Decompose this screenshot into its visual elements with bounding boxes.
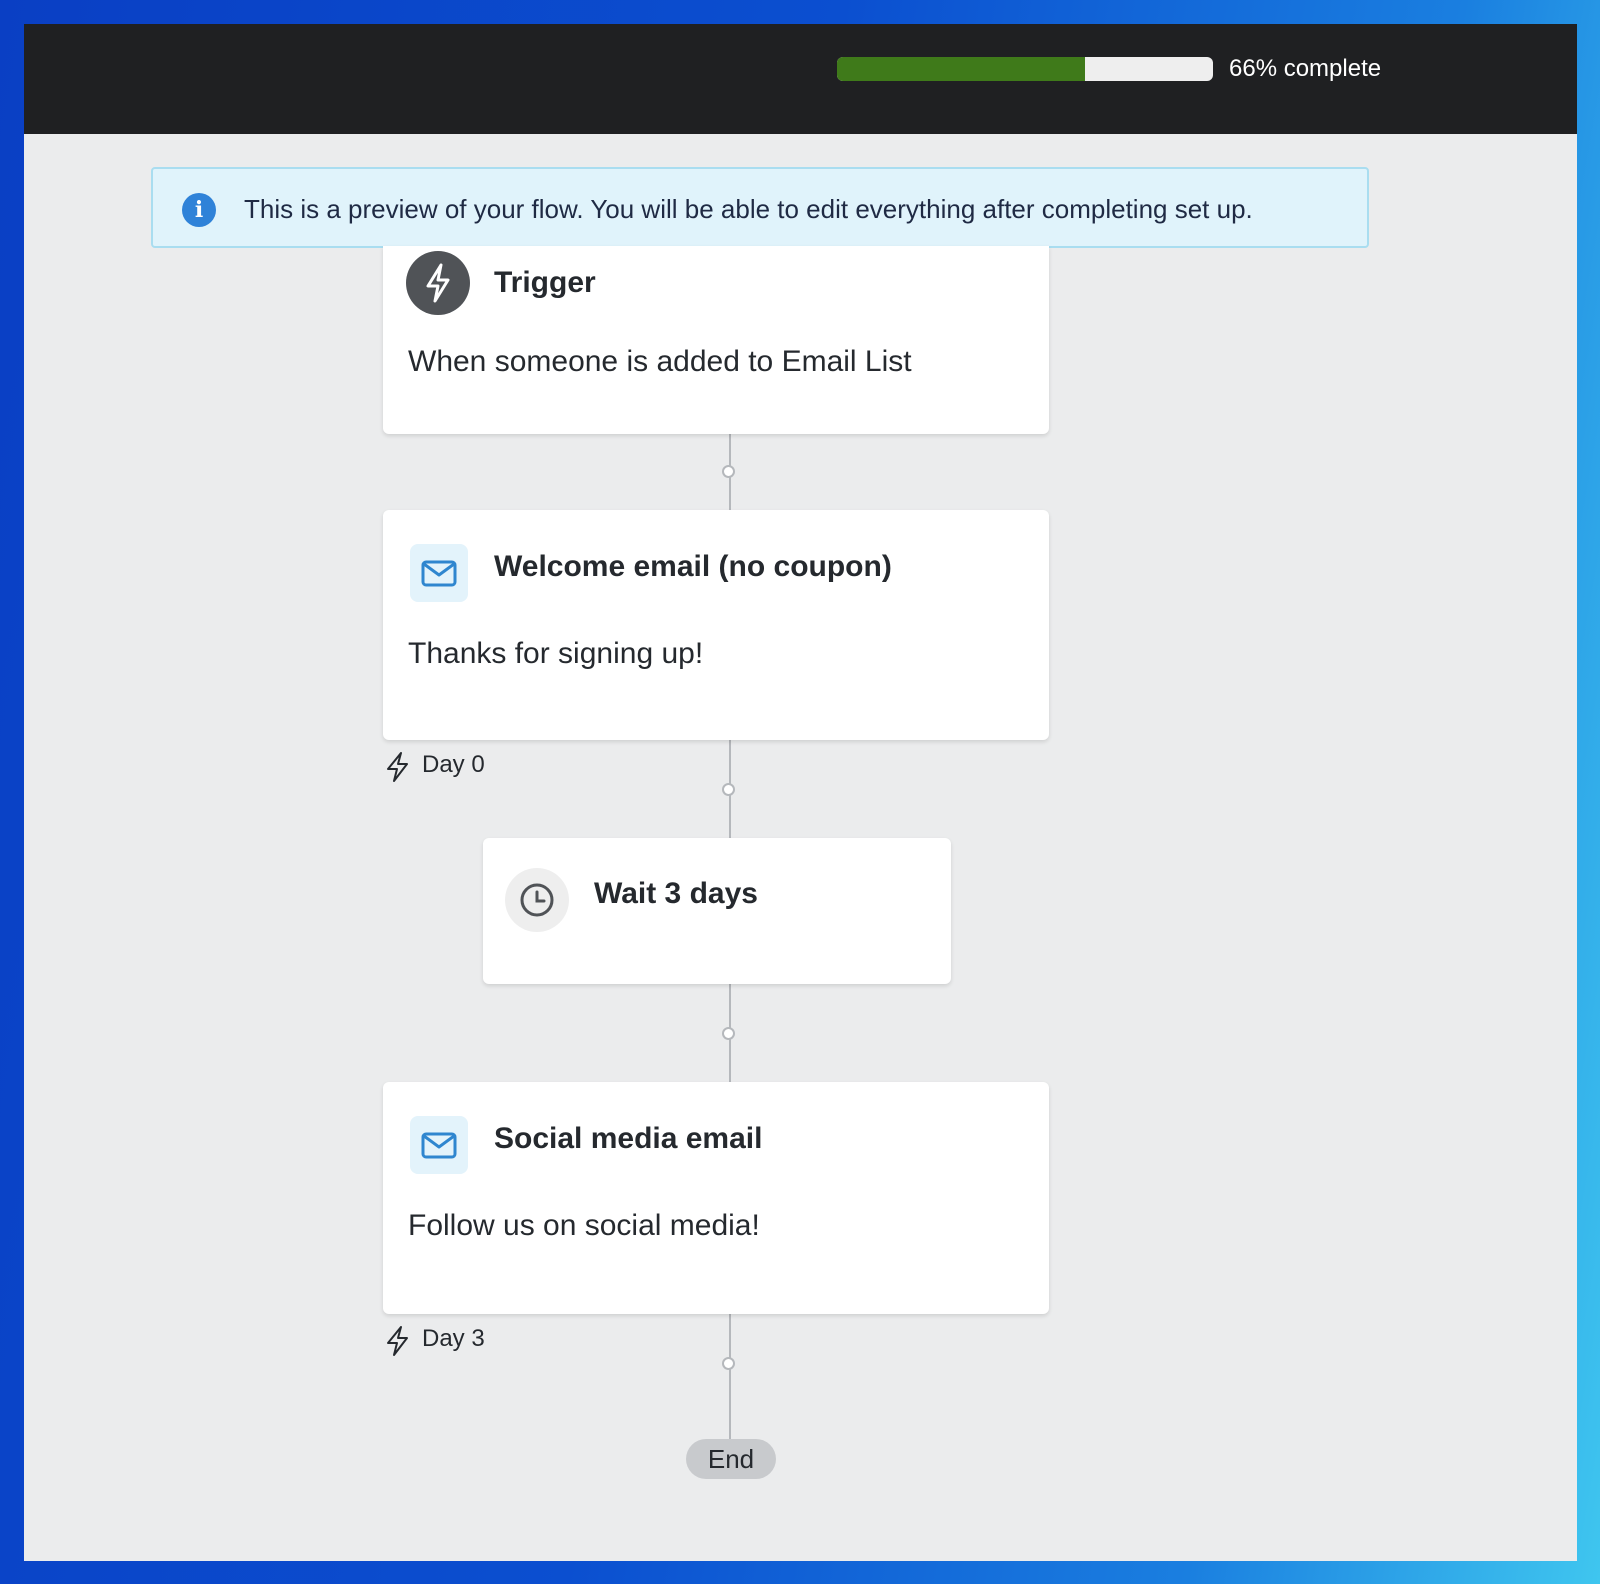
mail-icon xyxy=(410,544,468,602)
day-0-label: Day 0 xyxy=(422,751,485,778)
day-0-marker: Day 0 xyxy=(385,751,505,783)
social-media-email-description: Follow us on social media! xyxy=(408,1209,760,1242)
banner-message: This is a preview of your flow. You will… xyxy=(244,194,1253,224)
setup-progress-fill xyxy=(837,57,1086,81)
end-marker: End xyxy=(686,1439,776,1479)
lightning-icon xyxy=(387,752,408,782)
trigger-description: When someone is added to Email List xyxy=(408,345,912,378)
connector-node xyxy=(722,1357,735,1370)
welcome-email-card[interactable]: Welcome email (no coupon) Thanks for sig… xyxy=(383,510,1049,740)
connector-node xyxy=(722,783,735,796)
info-icon: i xyxy=(182,193,216,227)
lightning-icon xyxy=(387,1326,408,1356)
lightning-icon xyxy=(406,251,470,315)
trigger-card[interactable]: Trigger When someone is added to Email L… xyxy=(383,246,1049,434)
progress-label: 66% complete xyxy=(1229,55,1382,82)
mail-icon xyxy=(410,1116,468,1174)
clock-icon xyxy=(505,868,569,932)
day-3-marker: Day 3 xyxy=(385,1325,505,1357)
social-media-email-card[interactable]: Social media email Follow us on social m… xyxy=(383,1082,1049,1314)
preview-info-banner: i This is a preview of your flow. You wi… xyxy=(151,167,1369,248)
flow-preview-window: 66% complete i This is a preview of your… xyxy=(24,24,1577,1561)
connector-node xyxy=(722,1027,735,1040)
welcome-email-title: Welcome email (no coupon) xyxy=(494,550,892,583)
day-3-label: Day 3 xyxy=(422,1325,485,1352)
setup-progress-bar xyxy=(837,57,1213,81)
wait-card[interactable]: Wait 3 days xyxy=(483,838,951,984)
connector-node xyxy=(722,465,735,478)
trigger-title: Trigger xyxy=(494,266,596,299)
welcome-email-description: Thanks for signing up! xyxy=(408,637,704,670)
social-media-email-title: Social media email xyxy=(494,1122,763,1155)
wait-title: Wait 3 days xyxy=(594,877,758,910)
connector-line xyxy=(729,1314,731,1440)
top-bar: 66% complete xyxy=(24,24,1577,134)
